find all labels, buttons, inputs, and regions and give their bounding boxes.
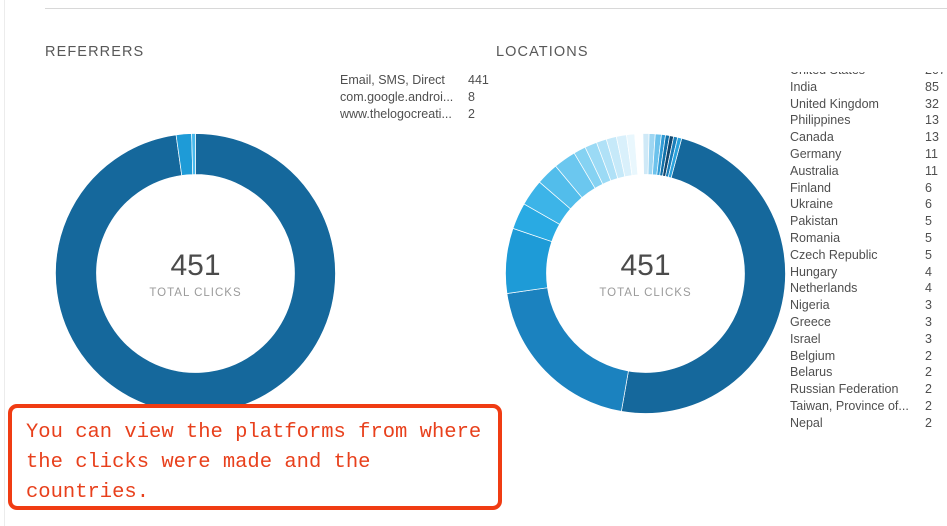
list-item[interactable]: www.thelogocreati... 2 <box>340 106 490 123</box>
legend-value: 5 <box>925 247 932 262</box>
legend-label: Netherlands <box>790 281 858 296</box>
legend-label: Nepal <box>790 415 823 430</box>
legend-label: Philippines <box>790 113 851 128</box>
list-item[interactable]: Finland 6 <box>790 180 947 197</box>
list-item[interactable]: Taiwan, Province of... 2 <box>790 398 947 415</box>
legend-label: Taiwan, Province of... <box>790 398 909 413</box>
legend-label: Germany <box>790 146 842 161</box>
legend-value: 85 <box>925 79 939 94</box>
legend-value: 13 <box>925 113 939 128</box>
list-item[interactable]: Hungary 4 <box>790 264 947 281</box>
legend-value: 207 <box>925 72 947 79</box>
list-item[interactable]: Belarus 2 <box>790 364 947 381</box>
list-item[interactable]: Czech Republic 5 <box>790 247 947 264</box>
list-item[interactable]: Romania 5 <box>790 230 947 247</box>
list-item[interactable]: Germany 11 <box>790 146 947 163</box>
referrers-donut-svg <box>55 133 336 414</box>
locations-donut-slices <box>505 133 786 414</box>
legend-label: com.google.androi... <box>340 89 454 104</box>
legend-label: Belgium <box>790 348 836 363</box>
legend-label: Russian Federation <box>790 382 899 397</box>
legend-value: 11 <box>925 163 938 178</box>
legend-value: 11 <box>925 146 938 161</box>
legend-value: 2 <box>925 398 932 413</box>
list-item[interactable]: United Kingdom 32 <box>790 96 947 113</box>
legend-value: 3 <box>925 298 932 313</box>
legend-label: Canada <box>790 130 834 145</box>
legend-label: Finland <box>790 180 831 195</box>
legend-value: 5 <box>925 230 932 245</box>
legend-value: 6 <box>925 180 932 195</box>
legend-value: 2 <box>925 348 932 363</box>
legend-value: 4 <box>925 281 932 296</box>
legend-value: 32 <box>925 96 939 111</box>
legend-value: 2 <box>925 415 932 430</box>
legend-value: 3 <box>925 314 932 329</box>
legend-value: 3 <box>925 331 932 346</box>
list-item[interactable]: Canada 13 <box>790 129 947 146</box>
list-item[interactable]: Netherlands 4 <box>790 280 947 297</box>
legend-value: 2 <box>925 382 932 397</box>
legend-value: 2 <box>925 365 932 380</box>
legend-label: United Kingdom <box>790 96 879 111</box>
referrers-legend: Email, SMS, Direct 441 com.google.androi… <box>340 72 490 122</box>
list-item[interactable]: Australia 11 <box>790 163 947 180</box>
locations-legend-scroll[interactable]: United States207India85United Kingdom32P… <box>790 72 947 447</box>
referrers-title: REFERRERS <box>45 44 145 61</box>
referrers-donut-chart[interactable]: 451 TOTAL CLICKS <box>55 133 336 414</box>
list-item[interactable]: Philippines 13 <box>790 112 947 129</box>
annotation-text: You can view the platforms from where th… <box>26 421 494 504</box>
legend-label: Belarus <box>790 365 833 380</box>
locations-legend: United States207India85United Kingdom32P… <box>790 72 947 432</box>
list-item[interactable]: com.google.androi... 8 <box>340 89 490 106</box>
list-item[interactable]: Ukraine 6 <box>790 196 947 213</box>
donut-slice[interactable] <box>55 133 336 414</box>
list-item[interactable]: United States 207 <box>790 72 947 79</box>
list-item[interactable]: Israel 3 <box>790 331 947 348</box>
analytics-dashboard: REFERRERS Email, SMS, Direct 441 com.goo… <box>0 0 947 526</box>
list-item[interactable]: Belgium 2 <box>790 348 947 365</box>
locations-donut-svg <box>505 133 786 414</box>
legend-value: 5 <box>925 214 932 229</box>
list-item[interactable]: Nigeria 3 <box>790 297 947 314</box>
list-item[interactable]: Russian Federation 2 <box>790 381 947 398</box>
legend-label: Nigeria <box>790 298 830 313</box>
legend-label: Australia <box>790 163 839 178</box>
annotation-callout: You can view the platforms from where th… <box>8 404 502 510</box>
legend-label: Email, SMS, Direct <box>340 73 445 87</box>
legend-label: www.thelogocreati... <box>340 106 452 121</box>
legend-value: 6 <box>925 197 932 212</box>
legend-label: Hungary <box>790 264 838 279</box>
legend-label: Israel <box>790 331 821 346</box>
legend-label: United States <box>790 72 873 79</box>
locations-donut-chart[interactable]: 451 TOTAL CLICKS <box>505 133 786 414</box>
legend-label: Greece <box>790 314 831 329</box>
referrers-donut-slices <box>55 133 336 414</box>
list-item[interactable]: Greece 3 <box>790 314 947 331</box>
list-item[interactable]: Pakistan 5 <box>790 213 947 230</box>
legend-label: India <box>790 79 818 94</box>
legend-value: 4 <box>925 264 932 279</box>
donut-slice[interactable] <box>620 137 786 414</box>
list-item[interactable]: Email, SMS, Direct 441 <box>340 72 490 89</box>
list-item[interactable]: India 85 <box>790 79 947 96</box>
legend-label: Pakistan <box>790 214 838 229</box>
locations-title: LOCATIONS <box>496 44 589 61</box>
legend-label: Romania <box>790 230 841 245</box>
legend-label: Czech Republic <box>790 247 878 262</box>
legend-value: 13 <box>925 130 939 145</box>
list-item[interactable]: Nepal 2 <box>790 415 947 432</box>
legend-label: Ukraine <box>790 197 834 212</box>
donut-slice[interactable] <box>506 287 629 412</box>
